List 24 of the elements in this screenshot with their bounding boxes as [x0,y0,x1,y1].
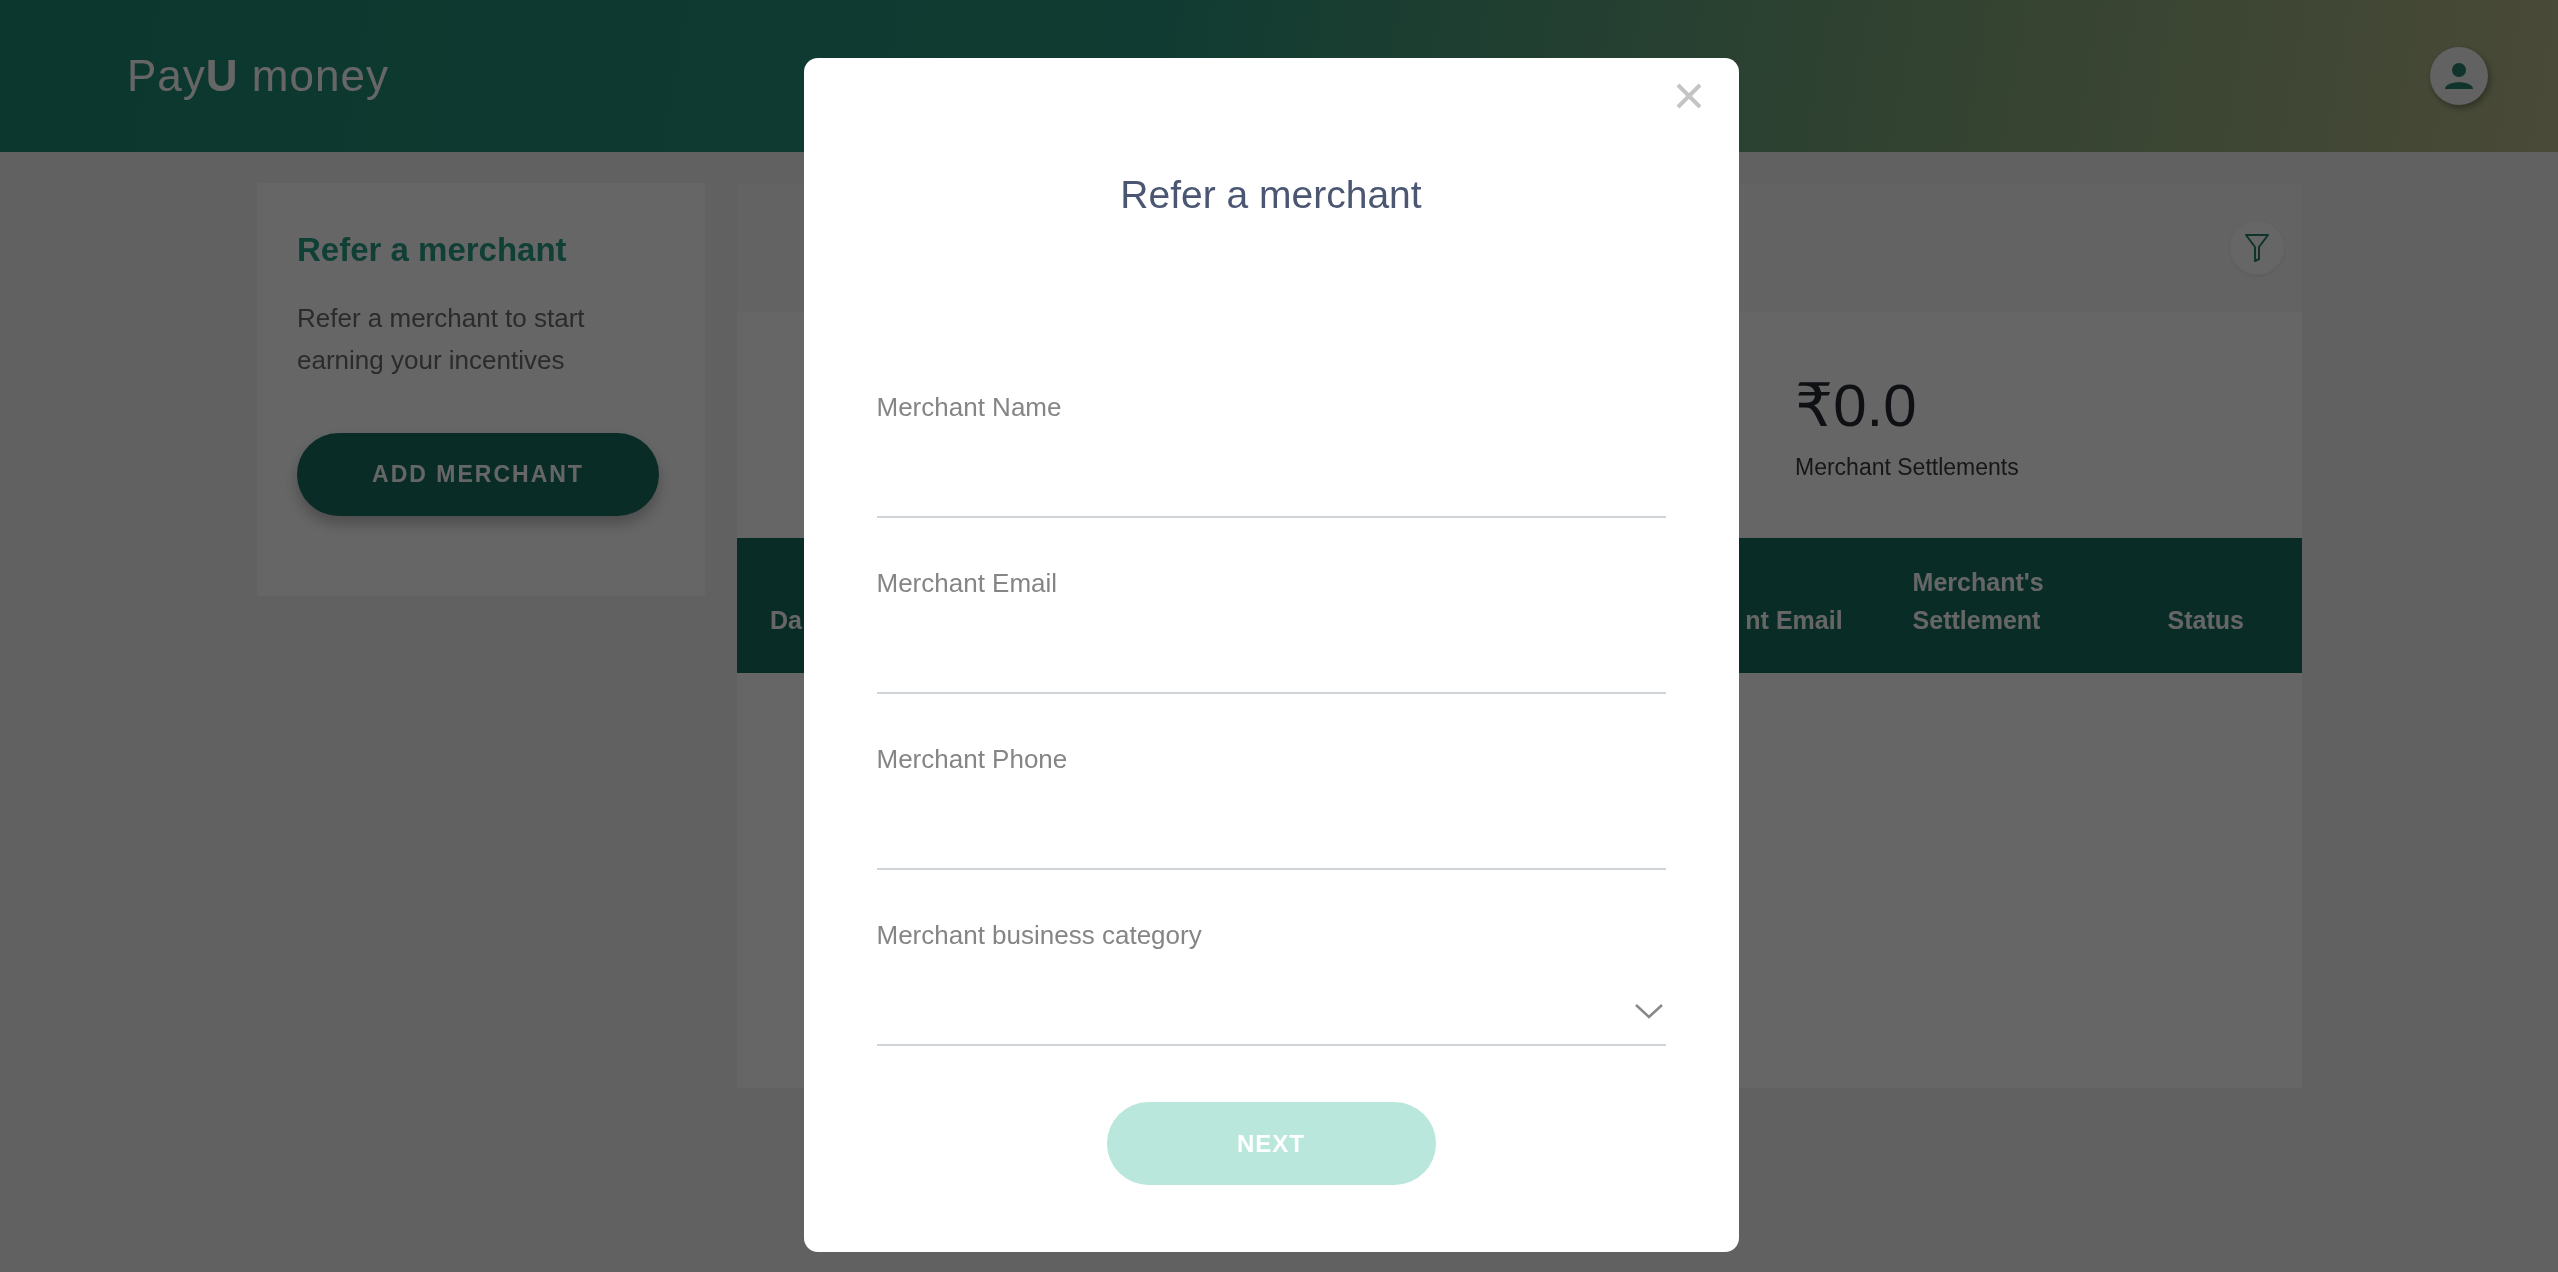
close-icon [1674,82,1703,110]
column-header: Status [2167,605,2244,636]
user-avatar-button[interactable] [2430,47,2488,105]
column-header: Merchant's Settlement [1912,567,2045,636]
field-label: Merchant Email [876,568,1058,598]
input-field[interactable]: Merchant Name [876,342,1666,518]
input-field[interactable]: Merchant Email [876,518,1666,694]
column-header: nt Email [1745,605,1843,636]
settlement-amount: ₹0.0 [1795,371,1918,440]
add-merchant-button[interactable]: ADD MERCHANT [297,433,659,516]
select-field[interactable]: Merchant business category [876,870,1666,1046]
card-title: Refer a merchant [297,231,567,269]
filter-icon [2244,232,2270,263]
settlement-label: Merchant Settlements [1795,454,2020,481]
column-header: Da [770,605,802,636]
field-label: Merchant Phone [876,744,1068,774]
payu-logo: PayU money [127,50,389,102]
field-label: Merchant Name [876,392,1062,422]
field-label: Merchant business category [876,920,1202,950]
dialog-title: Refer a merchant [1119,173,1423,217]
chevron-down-icon [1633,1003,1664,1020]
input-field[interactable]: Merchant Phone [876,694,1666,870]
user-icon [2444,62,2474,90]
card-text: Refer a merchant to start earning your incentives [297,302,586,377]
